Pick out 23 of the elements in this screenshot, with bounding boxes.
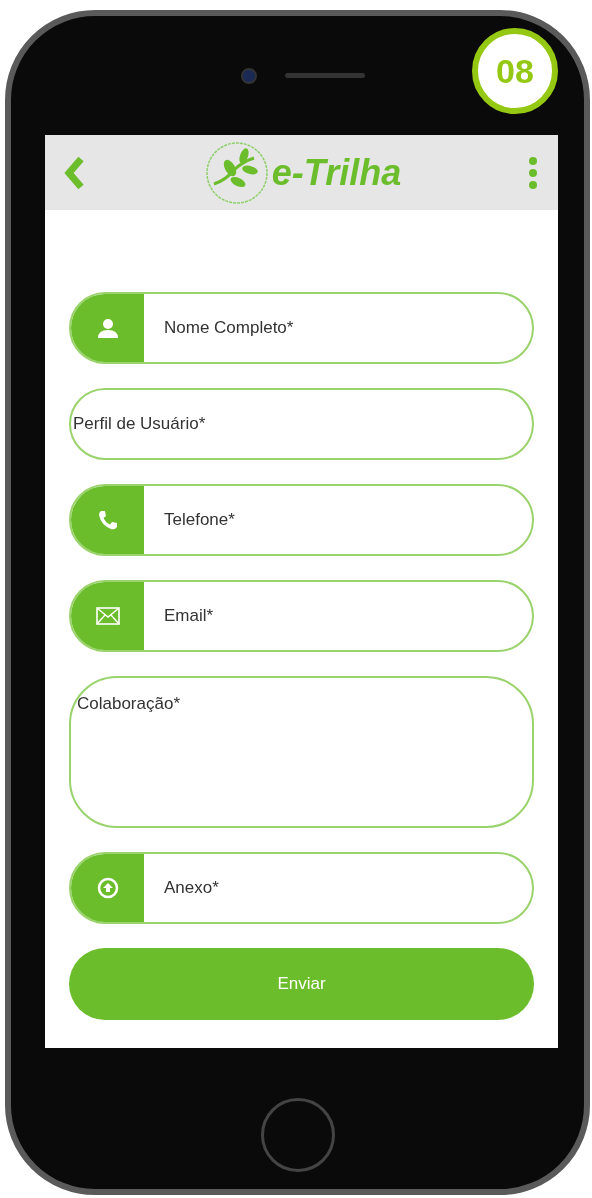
home-button[interactable] <box>260 1098 335 1172</box>
leaf-logo-icon <box>203 139 270 206</box>
input-field[interactable]: Email* <box>144 605 532 627</box>
form-field[interactable]: Email* <box>69 580 534 652</box>
input-field[interactable]: Anexo* <box>144 877 532 899</box>
input-field[interactable]: Telefone* <box>144 509 532 531</box>
form-field[interactable]: Nome Completo* <box>69 292 534 364</box>
envelope-icon <box>95 607 120 625</box>
upload-icon <box>96 877 119 899</box>
more-icon[interactable] <box>528 155 538 190</box>
form-field[interactable]: Perfil de Usuário* <box>69 388 534 460</box>
input-field[interactable]: Nome Completo* <box>144 317 532 339</box>
app-title: e-Trilha <box>271 151 402 194</box>
speaker-icon <box>284 73 365 78</box>
send-button[interactable]: Enviar <box>69 948 534 1020</box>
person-icon <box>96 318 119 338</box>
camera-icon <box>240 67 257 84</box>
back-icon[interactable] <box>63 155 85 190</box>
form-field[interactable]: Anexo* <box>69 852 534 924</box>
form-field[interactable]: Telefone* <box>69 484 534 556</box>
step-badge: 08 <box>472 28 558 114</box>
input-field[interactable]: Perfil de Usuário* <box>71 413 532 435</box>
phone-icon <box>96 509 119 531</box>
